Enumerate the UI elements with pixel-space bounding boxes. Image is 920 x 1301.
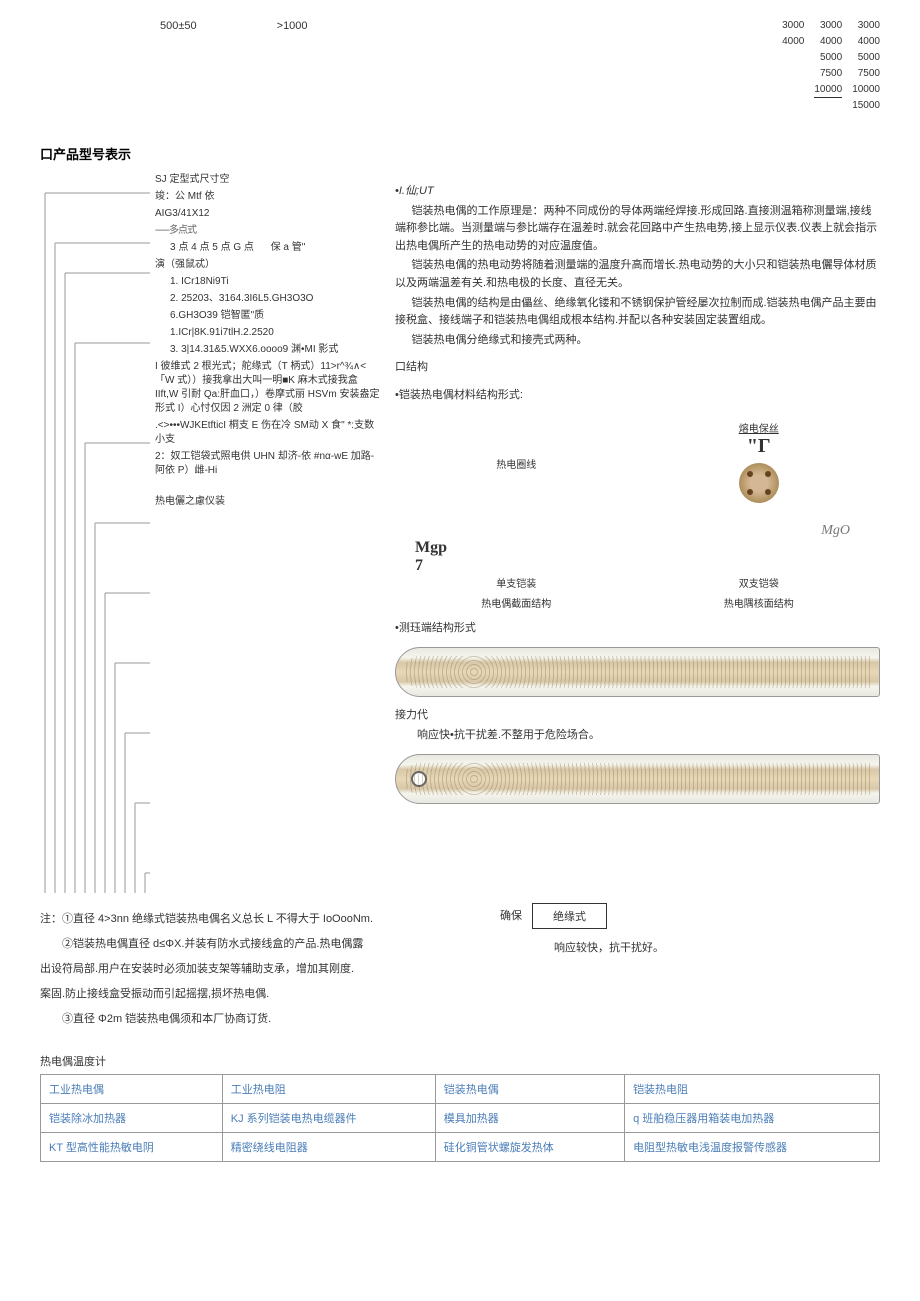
right-column: •I.仙;UT 铠装热电偶的工作原理是：两种不同成份的导体两端经焊接.形成回路.… (395, 173, 880, 893)
table-cell[interactable]: 精密绕线电阻器 (222, 1133, 435, 1162)
structure-heading: 口结构 (395, 359, 880, 377)
mgp7-label: Mgp 7 (415, 539, 880, 575)
table-cell[interactable]: q 班舶稳压器用箱装电加热器 (625, 1104, 880, 1133)
paragraph-4: 铠装热电偶分绝缘式和接壳式两种。 (395, 332, 880, 350)
table-row: 铠装除冰加热器 KJ 系列铠装电热电缆器件 模具加热器 q 班舶稳压器用箱装电加… (41, 1104, 880, 1133)
top-left-values: 500±50 >1000 (40, 20, 308, 114)
right-small-heading: •I.仙;UT (395, 183, 880, 201)
table-cell[interactable]: KJ 系列铠装电热电缆器件 (222, 1104, 435, 1133)
paragraph-2: 铠装热电偶的热电动势将随着测量端的温度升高而增长.热电动势的大小只和铠装热电儷导… (395, 257, 880, 292)
value-1000: >1000 (277, 20, 308, 114)
probe-diagram-2 (395, 754, 880, 804)
product-link-table: 工业热电偶 工业热电阻 铠装热电偶 铠装热电阻 铠装除冰加热器 KJ 系列铠装电… (40, 1074, 880, 1162)
confirm-label: 确保 (500, 907, 522, 923)
table-cell[interactable]: 铠装热电偶 (435, 1075, 624, 1104)
tree-diagram: SJ 定型式尺寸空 竣：公 Mtf 依 AIG3/41X12 ------多点式… (40, 173, 380, 893)
structure-labels-row1: 单支铠装 双支铠袋 (395, 575, 880, 590)
table-cell[interactable]: 工业热电阻 (222, 1075, 435, 1104)
wire-label: 热电圈线 (496, 456, 536, 471)
fuse-icon (739, 463, 779, 503)
table-cell[interactable]: 铠装除冰加热器 (41, 1104, 223, 1133)
paragraph-1: 铠装热电偶的工作原理是：两种不同成份的导体两端经焊接.形成回路.直接测温箱称测量… (395, 203, 880, 256)
table-cell[interactable]: 模具加热器 (435, 1104, 624, 1133)
gamma-symbol: "Γ (739, 435, 779, 458)
table-cell[interactable]: 硅化铜管状螺旋发热体 (435, 1133, 624, 1162)
num-col-1: 3000 4000 (782, 20, 804, 114)
section-title-model: 口产品型号表示 (40, 144, 880, 163)
measure-end-heading: •测珏端结构形式 (395, 620, 880, 638)
notes-block: 注：①直径 4>3nn 绝缘式铠装热电偶名义总长 L 不得大于 IoOooNm.… (40, 908, 480, 1033)
numeric-columns: 3000 4000 3000 4000 5000 7500 10000 3000… (782, 20, 880, 114)
connect-label: 接力代 (395, 707, 880, 725)
material-diagram-row: 热电圈线 熔电保丝 "Γ (395, 420, 880, 508)
bottom-table-title: 热电偶温度计 (40, 1053, 880, 1069)
left-column: SJ 定型式尺寸空 竣：公 Mtf 依 AIG3/41X12 ------多点式… (40, 173, 380, 893)
fuse-item: 熔电保丝 "Γ (739, 420, 779, 508)
note-5: ③直径 Φ2m 铠装热电偶须和本厂协商订货. (40, 1008, 480, 1030)
table-cell[interactable]: KT 型高性能热敏电阴 (41, 1133, 223, 1162)
mgo-label: MgO (395, 523, 850, 539)
confirm-block: 确保 绝缘式 响应较快，抗干扰好。 (500, 893, 880, 955)
num-col-2: 3000 4000 5000 7500 10000 (814, 20, 842, 114)
table-cell[interactable]: 铠装热电阻 (625, 1075, 880, 1104)
paragraph-3: 铠装热电偶的结构是由儡丝、绝缘氧化镂和不锈钢保护管经屡次拉制而成.铠装热电偶产品… (395, 295, 880, 330)
structure-labels-row2: 热电偶截面结构 热电隅核面结构 (395, 595, 880, 610)
insulate-box-label: 绝缘式 (532, 903, 607, 929)
table-row: 工业热电偶 工业热电阻 铠装热电偶 铠装热电阻 (41, 1075, 880, 1104)
notes-and-confirm-row: 注：①直径 4>3nn 绝缘式铠装热电偶名义总长 L 不得大于 IoOooNm.… (40, 893, 880, 1033)
tree-text: SJ 定型式尺寸空 竣：公 Mtf 依 AIG3/41X12 ------多点式… (155, 173, 380, 509)
note-1: 注：①直径 4>3nn 绝缘式铠装热电偶名义总长 L 不得大于 IoOooNm. (40, 908, 480, 930)
table-cell[interactable]: 工业热电偶 (41, 1075, 223, 1104)
top-data-row: 500±50 >1000 3000 4000 3000 4000 5000 75… (40, 20, 880, 114)
value-500: 500±50 (160, 20, 197, 114)
main-two-columns: SJ 定型式尺寸空 竣：公 Mtf 依 AIG3/41X12 ------多点式… (40, 173, 880, 893)
probe-diagram-1 (395, 647, 880, 697)
table-row: KT 型高性能热敏电阴 精密绕线电阻器 硅化铜管状螺旋发热体 电阻型热敏电浅温度… (41, 1133, 880, 1162)
tree-connector-lines (40, 173, 150, 893)
note-2: ②铠装热电偶直径 d≤ΦX.并装有防水式接线盒的产品.热电偶露 (40, 933, 480, 955)
note-3: 出设符局部.用户在安装时必须加装支架等辅助支承，增加其刚度. (40, 958, 480, 980)
table-cell[interactable]: 电阻型热敏电浅温度报警传感器 (625, 1133, 880, 1162)
response-text-1: 响应快•抗干扰差.不整用于危险场合。 (395, 727, 880, 745)
material-heading: •铠装热电偶材料结构形式: (395, 387, 880, 405)
response-text-2: 响应较快，抗干扰好。 (532, 939, 664, 955)
note-4: 案固.防止接线盒受振动而引起摇摆,损坏热电偶. (40, 983, 480, 1005)
num-col-3: 3000 4000 5000 7500 10000 15000 (852, 20, 880, 114)
